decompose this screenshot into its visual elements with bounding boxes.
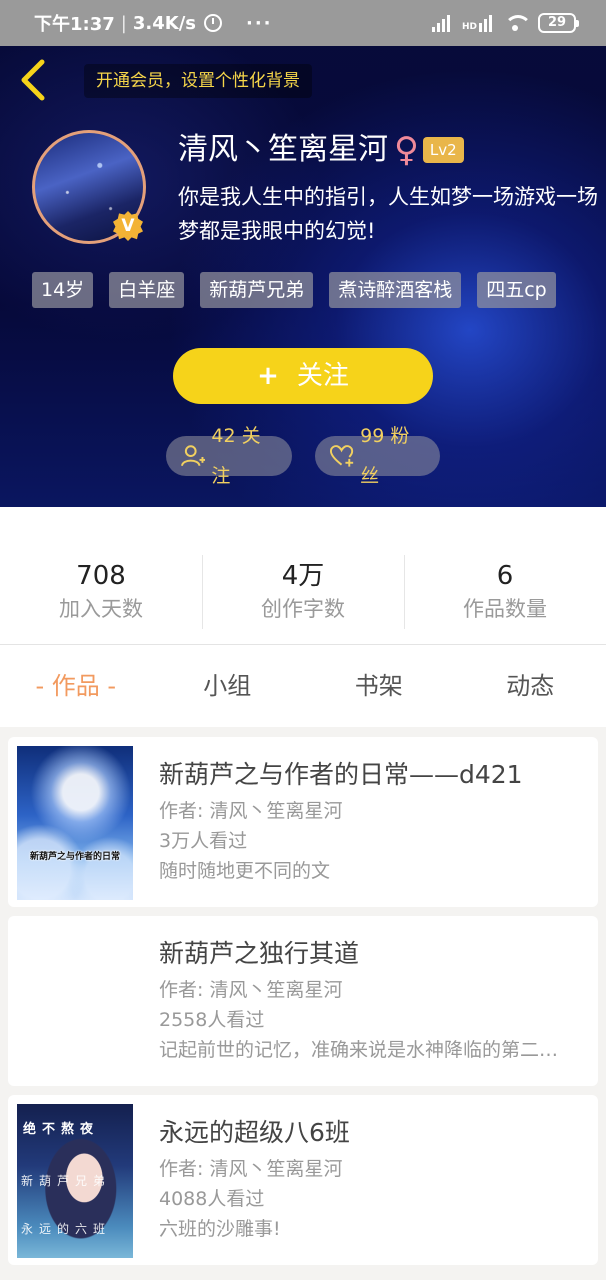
tag-fandom[interactable]: 新葫芦兄弟 <box>200 272 314 308</box>
alarm-icon <box>203 14 222 32</box>
tag-group[interactable]: 煮诗醉酒客栈 <box>329 272 462 308</box>
work-title: 永远的超级八6班 <box>159 1118 350 1147</box>
tab-groups[interactable]: 小组 <box>152 645 304 727</box>
stat-label: 作品数量 <box>463 597 547 621</box>
stats-panel: 708 加入天数 4万 创作字数 6 作品数量 <box>0 507 606 645</box>
cover-title: 新葫芦之与作者的日常 <box>29 852 120 862</box>
profile-header: 下午1:37 | 3.4K/s ··· HD 29 开通会员，设置个性化背景 V… <box>0 0 606 507</box>
works-list: 新葫芦之与作者的日常 新葫芦之与作者的日常——d421 作者: 清风丶笙离星河 … <box>0 727 606 1280</box>
work-author: 作者: 清风丶笙离星河 <box>159 1158 343 1180</box>
battery-icon: 29 <box>538 13 579 33</box>
following-count-button[interactable]: 42 关注 <box>166 425 292 487</box>
profile-tabs: - 作品 - 小组 书架 动态 <box>0 645 606 727</box>
back-button[interactable] <box>18 58 48 102</box>
more-notifications-icon: ··· <box>245 12 273 34</box>
user-bio: 你是我人生中的指引，人生如梦一场游戏一场梦都是我眼中的幻觉! <box>178 185 598 243</box>
status-bar: 下午1:37 | 3.4K/s ··· HD 29 <box>0 0 606 46</box>
cover-title: 永远的六班 <box>21 1222 112 1236</box>
tab-activity[interactable]: 动态 <box>455 645 606 727</box>
tag-cp[interactable]: 四五cp <box>477 272 556 308</box>
female-icon: ♀ <box>394 130 419 170</box>
status-time: 下午1:37 <box>34 14 115 35</box>
level-badge: Lv2 <box>422 137 464 163</box>
work-description: 六班的沙雕事! <box>159 1218 281 1240</box>
work-card[interactable]: 新葫芦之与作者的日常 新葫芦之与作者的日常——d421 作者: 清风丶笙离星河 … <box>8 737 598 907</box>
tag-zodiac[interactable]: 白羊座 <box>109 272 185 308</box>
cover-tagline: 绝不熬夜 <box>23 1122 100 1137</box>
work-views: 3万人看过 <box>159 830 248 852</box>
username-row: 清风丶笙离星河 ♀ Lv2 <box>178 130 464 170</box>
wifi-icon <box>504 15 532 31</box>
following-count: 42 关注 <box>211 425 261 487</box>
network-speed: 3.4K/s <box>132 12 196 34</box>
stat-word-count: 4万 创作字数 <box>202 507 404 644</box>
fans-count-button[interactable]: 99 粉丝 <box>315 425 440 487</box>
work-description: 记起前世的记忆，准确来说是水神降临的第二… <box>159 1039 559 1061</box>
work-description: 随时随地更不同的文 <box>159 860 331 882</box>
stat-value: 6 <box>496 561 514 591</box>
work-card[interactable]: 新葫芦之独行其道 作者: 清风丶笙离星河 2558人看过 记起前世的记忆，准确来… <box>8 916 598 1086</box>
book-cover: 新葫芦之与作者的日常 <box>17 746 133 900</box>
tag-age[interactable]: 14岁 <box>32 272 94 308</box>
plus-icon: + <box>257 361 279 391</box>
tab-works[interactable]: - 作品 - <box>0 645 152 727</box>
work-title: 新葫芦之与作者的日常——d421 <box>159 760 523 789</box>
work-author: 作者: 清风丶笙离星河 <box>159 800 343 822</box>
stat-label: 加入天数 <box>59 597 143 621</box>
add-person-icon <box>180 445 206 467</box>
work-views: 4088人看过 <box>159 1188 265 1210</box>
cover-series: 新葫芦兄弟 <box>21 1174 112 1188</box>
stat-label: 创作字数 <box>261 597 345 621</box>
book-cover: 绝不熬夜 新葫芦兄弟 永远的六班 <box>17 1104 133 1258</box>
signal-hd-icon: HD <box>462 14 492 32</box>
chevron-left-icon <box>21 59 45 101</box>
follow-button-label: 关注 <box>296 361 349 391</box>
username: 清风丶笙离星河 <box>178 132 388 167</box>
signal-icon <box>431 14 450 32</box>
heart-plus-icon <box>329 445 354 467</box>
stat-join-days: 708 加入天数 <box>0 507 202 644</box>
follow-button[interactable]: + 关注 <box>173 348 433 404</box>
tag-list: 14岁 白羊座 新葫芦兄弟 煮诗醉酒客栈 四五cp <box>32 272 556 308</box>
work-views: 2558人看过 <box>159 1009 265 1031</box>
work-card[interactable]: 绝不熬夜 新葫芦兄弟 永远的六班 永远的超级八6班 作者: 清风丶笙离星河 40… <box>8 1095 598 1265</box>
work-author: 作者: 清风丶笙离星河 <box>159 979 343 1001</box>
vip-background-banner[interactable]: 开通会员，设置个性化背景 <box>84 64 312 98</box>
stat-value: 708 <box>76 561 126 591</box>
stat-works-count: 6 作品数量 <box>404 507 606 644</box>
tab-bookshelf[interactable]: 书架 <box>303 645 455 727</box>
stat-value: 4万 <box>281 561 325 591</box>
fans-count: 99 粉丝 <box>360 425 410 487</box>
work-title: 新葫芦之独行其道 <box>159 939 360 968</box>
